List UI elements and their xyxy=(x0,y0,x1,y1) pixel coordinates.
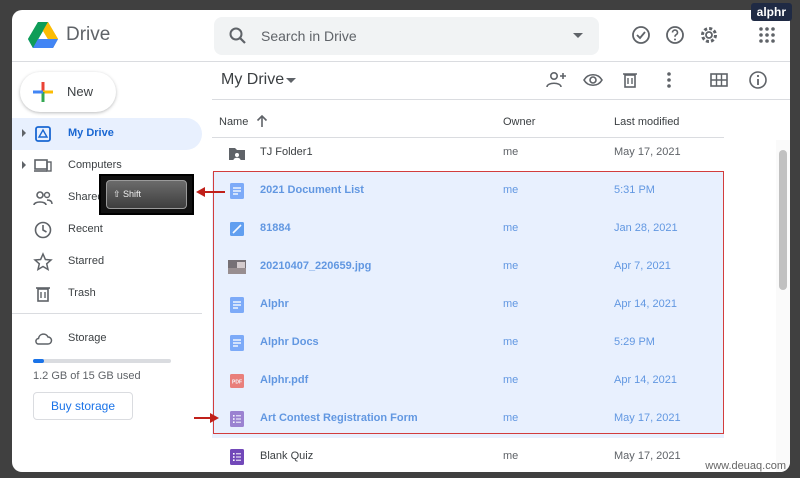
sidebar-item-my-drive[interactable]: My Drive xyxy=(12,118,202,150)
preview-eye-icon[interactable] xyxy=(582,69,604,91)
shift-key-overlay: ⇧ Shift xyxy=(99,174,194,215)
shared-icon xyxy=(33,191,53,206)
file-row[interactable]: TJ Folder1 me May 17, 2021 xyxy=(212,134,724,172)
arrow-head-icon xyxy=(196,187,205,197)
recent-icon xyxy=(34,221,52,239)
apps-grid-icon[interactable] xyxy=(756,24,778,46)
site-credit: www.deuaq.com xyxy=(705,460,786,472)
search-icon[interactable] xyxy=(228,26,248,46)
file-name: Blank Quiz xyxy=(260,450,314,462)
sidebar-item-label: Trash xyxy=(68,287,96,299)
sidebar-item-label: My Drive xyxy=(68,127,114,139)
column-header-name[interactable]: Name xyxy=(219,116,248,128)
page-title[interactable]: My Drive xyxy=(221,71,284,89)
app-title: Drive xyxy=(66,24,111,45)
chevron-down-icon[interactable] xyxy=(286,78,296,83)
file-last-modified: May 17, 2021 xyxy=(614,450,681,462)
grid-view-icon[interactable] xyxy=(708,69,730,91)
sidebar-item-label: Computers xyxy=(68,159,122,171)
computers-icon xyxy=(34,159,52,172)
sidebar-item-starred[interactable]: Starred xyxy=(12,246,202,278)
expand-arrow-icon[interactable] xyxy=(22,161,26,169)
alphr-watermark: alphr xyxy=(750,3,792,21)
sort-arrow-up-icon[interactable] xyxy=(255,114,269,128)
shift-key: ⇧ Shift xyxy=(106,180,187,209)
star-icon xyxy=(33,252,53,272)
cloud-icon xyxy=(35,333,53,345)
storage-progress-bar xyxy=(33,359,171,363)
folder-icon xyxy=(228,144,246,162)
search-input[interactable]: Search in Drive xyxy=(261,28,357,44)
info-icon[interactable] xyxy=(747,69,769,91)
selection-highlight-box xyxy=(213,171,724,434)
column-header-owner[interactable]: Owner xyxy=(503,116,535,128)
drive-window: Drive Search in Drive New My Drive Compu… xyxy=(12,10,790,472)
offline-status-icon[interactable] xyxy=(630,24,652,46)
trash-icon xyxy=(36,287,50,302)
my-drive-icon xyxy=(35,126,51,142)
storage-label: Storage xyxy=(68,332,107,344)
search-bar[interactable]: Search in Drive xyxy=(214,17,599,55)
share-add-person-icon[interactable] xyxy=(545,69,567,91)
help-icon[interactable] xyxy=(664,24,686,46)
new-button-label: New xyxy=(67,84,94,99)
storage-used-text: 1.2 GB of 15 GB used xyxy=(33,370,141,382)
new-button[interactable]: New xyxy=(20,72,116,112)
scrollbar-thumb[interactable] xyxy=(779,150,787,290)
toolbar-divider xyxy=(212,99,790,100)
file-owner: me xyxy=(503,146,519,158)
sidebar-item-storage[interactable]: Storage xyxy=(12,323,202,355)
buy-storage-button[interactable]: Buy storage xyxy=(33,392,133,420)
sidebar-divider xyxy=(12,313,202,314)
file-last-modified: May 17, 2021 xyxy=(614,146,681,158)
settings-gear-icon[interactable] xyxy=(698,24,720,46)
storage-progress-fill xyxy=(33,359,45,363)
remove-trash-icon[interactable] xyxy=(619,69,641,91)
top-bar: Drive Search in Drive xyxy=(12,10,790,62)
search-options-icon[interactable] xyxy=(573,33,583,38)
annotation-arrow-last-file xyxy=(194,417,210,419)
arrow-head-icon xyxy=(210,413,219,423)
sidebar-item-label: Starred xyxy=(68,255,105,267)
annotation-arrow-shift xyxy=(205,191,225,193)
column-header-last-modified[interactable]: Last modified xyxy=(614,116,679,128)
plus-icon xyxy=(33,82,53,102)
form-icon xyxy=(228,448,246,466)
file-name: TJ Folder1 xyxy=(260,146,313,158)
sidebar-item-trash[interactable]: Trash xyxy=(12,278,202,310)
sidebar-item-recent[interactable]: Recent xyxy=(12,214,202,246)
more-actions-icon[interactable] xyxy=(658,69,680,91)
file-owner: me xyxy=(503,450,519,462)
expand-arrow-icon[interactable] xyxy=(22,129,26,137)
drive-logo-icon[interactable] xyxy=(28,22,58,48)
file-row[interactable]: Blank Quiz me May 17, 2021 xyxy=(212,438,724,472)
sidebar-item-label: Recent xyxy=(68,223,103,235)
